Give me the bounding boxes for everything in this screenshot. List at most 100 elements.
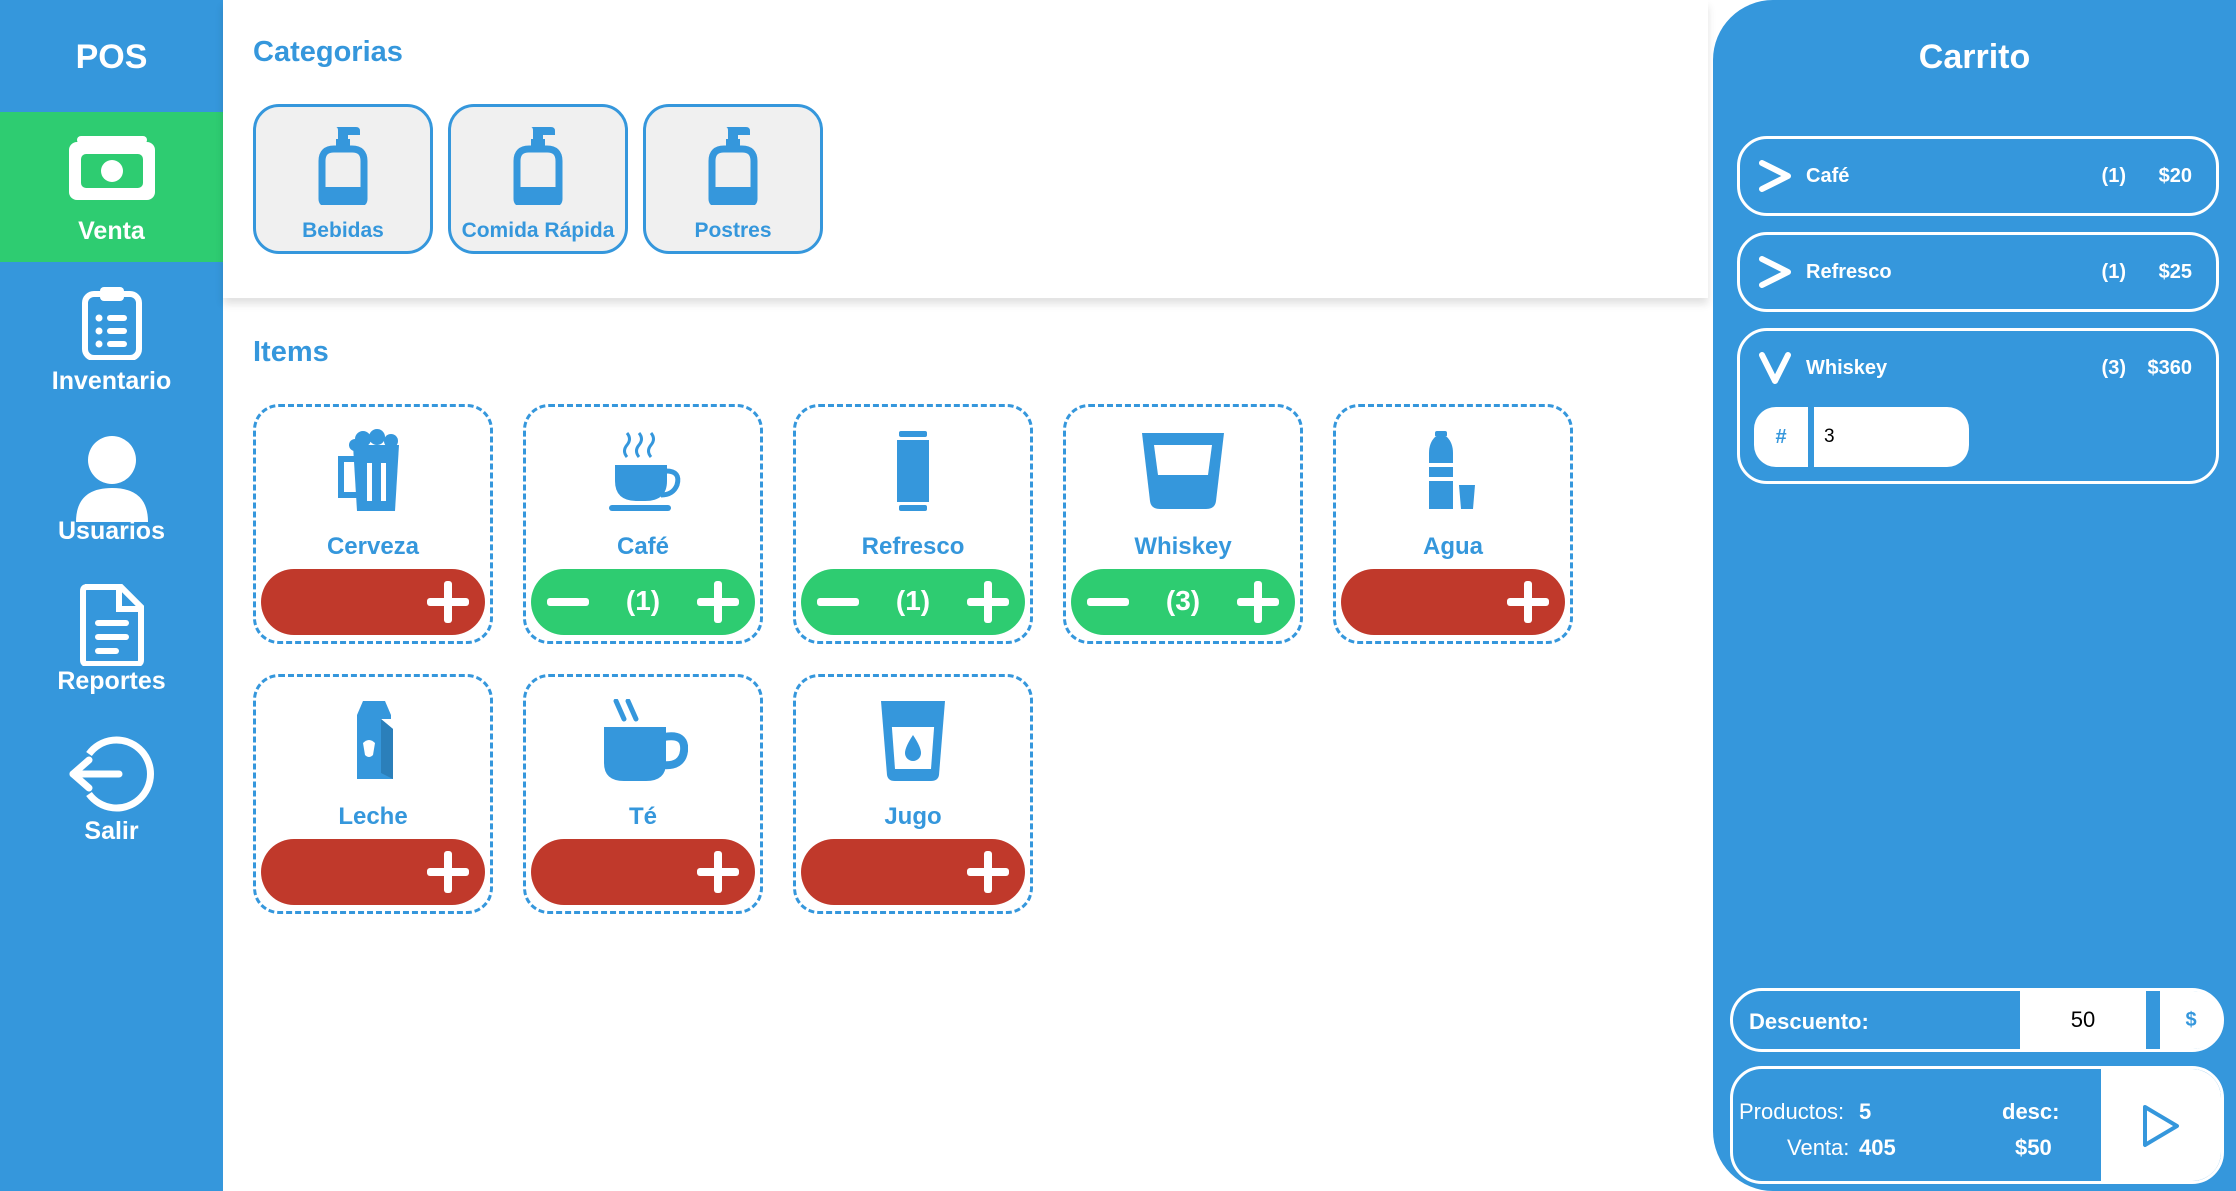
milk-carton-icon bbox=[357, 701, 393, 779]
plus-icon[interactable] bbox=[1233, 577, 1283, 627]
add-item-bar bbox=[1341, 569, 1565, 635]
bottle-pump-icon bbox=[318, 127, 368, 205]
juice-glass-icon bbox=[881, 701, 945, 781]
nav-reportes[interactable]: Reportes bbox=[0, 562, 223, 712]
plus-icon[interactable] bbox=[423, 847, 473, 897]
items-title: Items bbox=[253, 336, 329, 368]
nav-label: Usuarios bbox=[58, 517, 165, 545]
category-label: Bebidas bbox=[302, 219, 384, 242]
beer-mug-icon bbox=[338, 429, 399, 511]
category-card[interactable]: Comida Rápida bbox=[448, 104, 628, 254]
item-name: Cerveza bbox=[326, 533, 420, 560]
clipboard-icon bbox=[81, 287, 142, 360]
categories-panel: Categorias Bebidas Comida Rápida Postres bbox=[223, 0, 1708, 298]
venta-label: Venta: bbox=[1787, 1135, 1850, 1160]
item-card: Jugo bbox=[793, 674, 1033, 914]
category-card[interactable]: Bebidas bbox=[253, 104, 433, 254]
cart-panel: Carrito Café (1) $20 Refresco (1) $25 Wh… bbox=[1713, 0, 2236, 1191]
nav-usuarios[interactable]: Usuarios bbox=[0, 412, 223, 562]
plus-icon[interactable] bbox=[1503, 577, 1553, 627]
discount-divider bbox=[2146, 991, 2160, 1049]
category-label: Postres bbox=[694, 219, 772, 242]
nav-inventario[interactable]: Inventario bbox=[0, 262, 223, 412]
add-item-bar bbox=[261, 839, 485, 905]
cart-row-qty: (1) bbox=[2101, 261, 2126, 283]
chevron-right-icon[interactable] bbox=[1758, 159, 1792, 193]
cart-row-qty: (1) bbox=[2101, 165, 2126, 187]
main-area: Categorias Bebidas Comida Rápida Postres… bbox=[223, 0, 1713, 1191]
item-card: Agua bbox=[1333, 404, 1573, 644]
logout-icon bbox=[69, 736, 154, 812]
plus-icon[interactable] bbox=[963, 577, 1013, 627]
bottle-pump-icon bbox=[708, 127, 758, 205]
money-icon bbox=[68, 136, 155, 200]
nav-label: Inventario bbox=[51, 367, 172, 395]
discount-field: Descuento: $ bbox=[1730, 988, 2224, 1052]
item-card: Leche bbox=[253, 674, 493, 914]
nav-label: Reportes bbox=[57, 667, 166, 695]
item-card: Té bbox=[523, 674, 763, 914]
item-name: Leche bbox=[338, 803, 408, 830]
cart-row-name: Café bbox=[1806, 165, 1850, 187]
plus-icon[interactable] bbox=[423, 577, 473, 627]
item-name: Refresco bbox=[861, 533, 965, 560]
quantity-field: # bbox=[1754, 407, 1969, 467]
item-name: Agua bbox=[1423, 533, 1483, 560]
plus-icon[interactable] bbox=[693, 577, 743, 627]
discount-label: Descuento: bbox=[1749, 1009, 1869, 1034]
sidebar: POS Venta Inventario Usuarios Reportes S… bbox=[0, 0, 223, 1191]
cart-row-price: $20 bbox=[2158, 165, 2192, 187]
water-bottle-icon bbox=[1429, 431, 1475, 509]
productos-value: 5 bbox=[1859, 1099, 1872, 1124]
item-card: Cerveza bbox=[253, 404, 493, 644]
item-card: Refresco (1) bbox=[793, 404, 1033, 644]
quantity-prefix: # bbox=[1754, 407, 1814, 467]
qty-bar: (1) bbox=[801, 569, 1025, 635]
tea-mug-icon bbox=[604, 699, 688, 781]
item-name: Té bbox=[628, 803, 657, 830]
discount-unit[interactable]: $ bbox=[2160, 991, 2222, 1049]
coffee-cup-icon bbox=[609, 432, 681, 511]
productos-label: Productos: bbox=[1739, 1099, 1845, 1124]
cart-row-price: $360 bbox=[2147, 357, 2193, 379]
item-name: Café bbox=[616, 533, 670, 560]
soda-can-icon bbox=[897, 431, 929, 511]
chevron-down-icon[interactable] bbox=[1758, 351, 1792, 385]
whiskey-glass-icon bbox=[1142, 433, 1224, 509]
discount-input[interactable] bbox=[2020, 991, 2146, 1049]
cart-row[interactable]: Refresco (1) $25 bbox=[1737, 232, 2219, 312]
app-title: POS bbox=[75, 38, 148, 76]
quantity-input[interactable] bbox=[1824, 421, 1954, 453]
item-card: Whiskey (3) bbox=[1063, 404, 1303, 644]
desc-value: $50 bbox=[2015, 1135, 2052, 1160]
nav-venta[interactable]: Venta bbox=[0, 112, 223, 262]
category-card[interactable]: Postres bbox=[643, 104, 823, 254]
nav-salir[interactable]: Salir bbox=[0, 712, 223, 862]
desc-label: desc: bbox=[2002, 1099, 2060, 1124]
cart-row-qty: (3) bbox=[2101, 357, 2126, 379]
chevron-right-icon[interactable] bbox=[1758, 255, 1792, 289]
cart-row-name: Refresco bbox=[1806, 261, 1892, 283]
cart-row[interactable]: Café (1) $20 bbox=[1737, 136, 2219, 216]
cart-title: Carrito bbox=[1918, 38, 2031, 76]
nav-label: Venta bbox=[78, 217, 145, 245]
cart-row-expanded[interactable]: Whiskey (3) $360 # bbox=[1737, 328, 2219, 484]
plus-icon[interactable] bbox=[963, 847, 1013, 897]
add-item-bar bbox=[801, 839, 1025, 905]
user-icon bbox=[75, 436, 148, 522]
submit-sale-button[interactable] bbox=[2101, 1069, 2221, 1181]
category-label: Comida Rápida bbox=[461, 219, 615, 242]
qty-bar: (3) bbox=[1071, 569, 1295, 635]
cart-row-price: $25 bbox=[2158, 261, 2192, 283]
bottle-pump-icon bbox=[513, 127, 563, 205]
play-icon bbox=[2143, 1105, 2179, 1147]
item-card: Café (1) bbox=[523, 404, 763, 644]
add-item-bar bbox=[531, 839, 755, 905]
plus-icon[interactable] bbox=[693, 847, 743, 897]
add-item-bar bbox=[261, 569, 485, 635]
qty-bar: (1) bbox=[531, 569, 755, 635]
document-icon bbox=[79, 584, 144, 666]
sale-summary: Productos: 5 Venta: 405 desc: $50 bbox=[1730, 1066, 2224, 1184]
cart-row-name: Whiskey bbox=[1806, 357, 1888, 379]
venta-value: 405 bbox=[1859, 1135, 1896, 1160]
